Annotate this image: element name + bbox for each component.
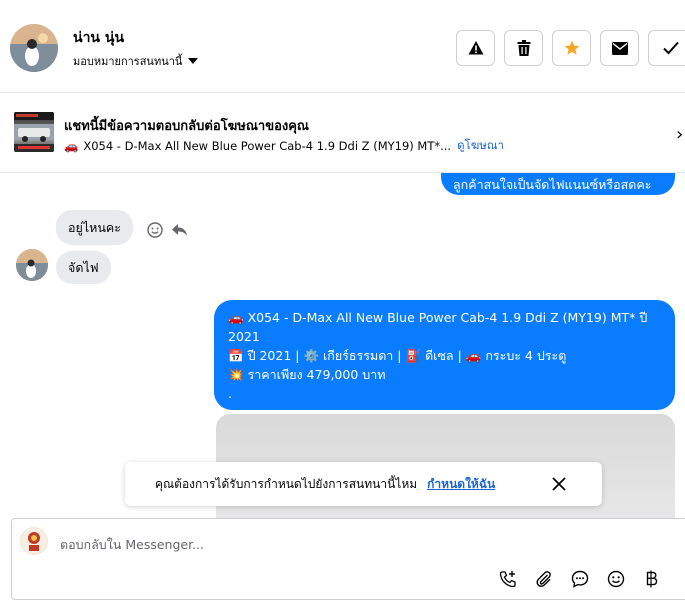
assign-prompt: คุณต้องการได้รับการกำหนดไปยังการสนทนานี้… — [125, 462, 602, 506]
trash-icon — [517, 40, 530, 56]
view-ad-link[interactable]: ดูโฆษณา — [457, 137, 504, 155]
attach-icon[interactable] — [533, 568, 555, 590]
ad-name: X054 - D-Max All New Blue Power Cab-4 1.… — [83, 139, 452, 153]
chat-bubble-icon[interactable] — [569, 568, 591, 590]
ad-banner-title: แชทนี้มีข้อความตอบกลับต่อโฆษณาของคุณ — [64, 119, 309, 134]
check-icon — [662, 41, 679, 55]
message-text: จัดไฟ — [68, 259, 99, 275]
star-icon — [564, 40, 579, 55]
conversation-header: น่าน นุ่น มอบหมายการสนทนานี้ — [0, 0, 685, 93]
incoming-message[interactable]: จัดไฟ — [56, 251, 111, 284]
listing-title: X054 - D-Max All New Blue Power Cab-4 1.… — [228, 310, 648, 344]
contact-avatar[interactable] — [10, 24, 58, 72]
ad-thumbnail — [14, 112, 54, 152]
listing-body: กระบะ 4 ประตู — [485, 348, 567, 363]
report-button[interactable] — [456, 30, 495, 66]
ad-reply-banner[interactable]: แชทนี้มีข้อความตอบกลับต่อโฆษณาของคุณ 🚗 X… — [0, 93, 685, 173]
fuel-emoji-icon: ⛽ — [405, 348, 422, 363]
mail-icon — [611, 41, 628, 55]
mark-done-button[interactable] — [648, 30, 685, 66]
listing-year: ปี 2021 | — [247, 348, 300, 363]
message-actions — [147, 222, 188, 238]
delete-button[interactable] — [504, 30, 543, 66]
emoji-icon[interactable] — [147, 222, 163, 238]
listing-line-1: 🚗 X054 - D-Max All New Blue Power Cab-4 … — [228, 308, 661, 346]
car-emoji-icon: 🚗 — [228, 310, 244, 325]
contact-name: น่าน นุ่น — [73, 30, 125, 46]
outgoing-listing-message[interactable]: 🚗 X054 - D-Max All New Blue Power Cab-4 … — [214, 300, 675, 410]
outgoing-message[interactable]: ลูกค้าสนใจเป็นจัดไฟแนนซ์หรือสดคะ — [441, 173, 675, 195]
listing-line-4: . — [228, 386, 232, 401]
warning-icon — [468, 41, 483, 55]
assign-prompt-text: คุณต้องการได้รับการกำหนดไปยังการสนทนานี้… — [155, 476, 418, 491]
assign-to-me-link[interactable]: กำหนดให้ฉัน — [427, 475, 495, 494]
reply-icon[interactable] — [171, 223, 188, 237]
car-emoji-icon: 🚗 — [64, 139, 79, 153]
mark-unread-button[interactable] — [600, 30, 639, 66]
listing-line-2: 📅 ปี 2021 | ⚙️ เกียร์ธรรมดา | ⛽ ดีเซล | … — [228, 346, 661, 365]
car-emoji-icon: 🚗 — [465, 348, 482, 363]
smile-icon[interactable] — [605, 568, 627, 590]
close-icon[interactable] — [549, 474, 569, 494]
ad-banner-subtitle: 🚗 X054 - D-Max All New Blue Power Cab-4 … — [64, 137, 504, 155]
contact-avatar-small — [16, 249, 48, 281]
boom-emoji-icon: 💥 — [228, 367, 244, 382]
message-input[interactable]: ตอบกลับใน Messenger... — [60, 535, 204, 555]
composer-toolbar — [497, 568, 685, 590]
reply-composer: ตอบกลับใน Messenger... — [11, 518, 685, 600]
listing-fuel: ดีเซล | — [425, 348, 462, 363]
calendar-emoji-icon: 📅 — [228, 348, 244, 363]
listing-price: ราคาเพียง 479,000 บาท — [247, 367, 386, 382]
mic-icon[interactable] — [677, 568, 685, 590]
page-avatar — [20, 527, 48, 555]
caret-down-icon — [188, 58, 199, 64]
listing-line-3: 💥 ราคาเพียง 479,000 บาท — [228, 365, 661, 384]
listing-transmission: เกียร์ธรรมดา | — [323, 348, 402, 363]
chevron-right-icon[interactable]: › — [676, 124, 683, 145]
incoming-message[interactable]: อยู่ไหนคะ — [56, 210, 133, 245]
assign-label: มอบหมายการสนทนานี้ — [73, 55, 183, 68]
message-text: อยู่ไหนคะ — [68, 219, 121, 235]
star-button[interactable] — [552, 30, 591, 66]
baht-icon[interactable] — [641, 568, 663, 590]
message-text: ลูกค้าสนใจเป็นจัดไฟแนนซ์หรือสดคะ — [453, 177, 652, 192]
call-add-icon[interactable] — [497, 568, 519, 590]
assign-dropdown[interactable]: มอบหมายการสนทนานี้ — [73, 52, 199, 70]
gear-emoji-icon: ⚙️ — [303, 348, 320, 363]
